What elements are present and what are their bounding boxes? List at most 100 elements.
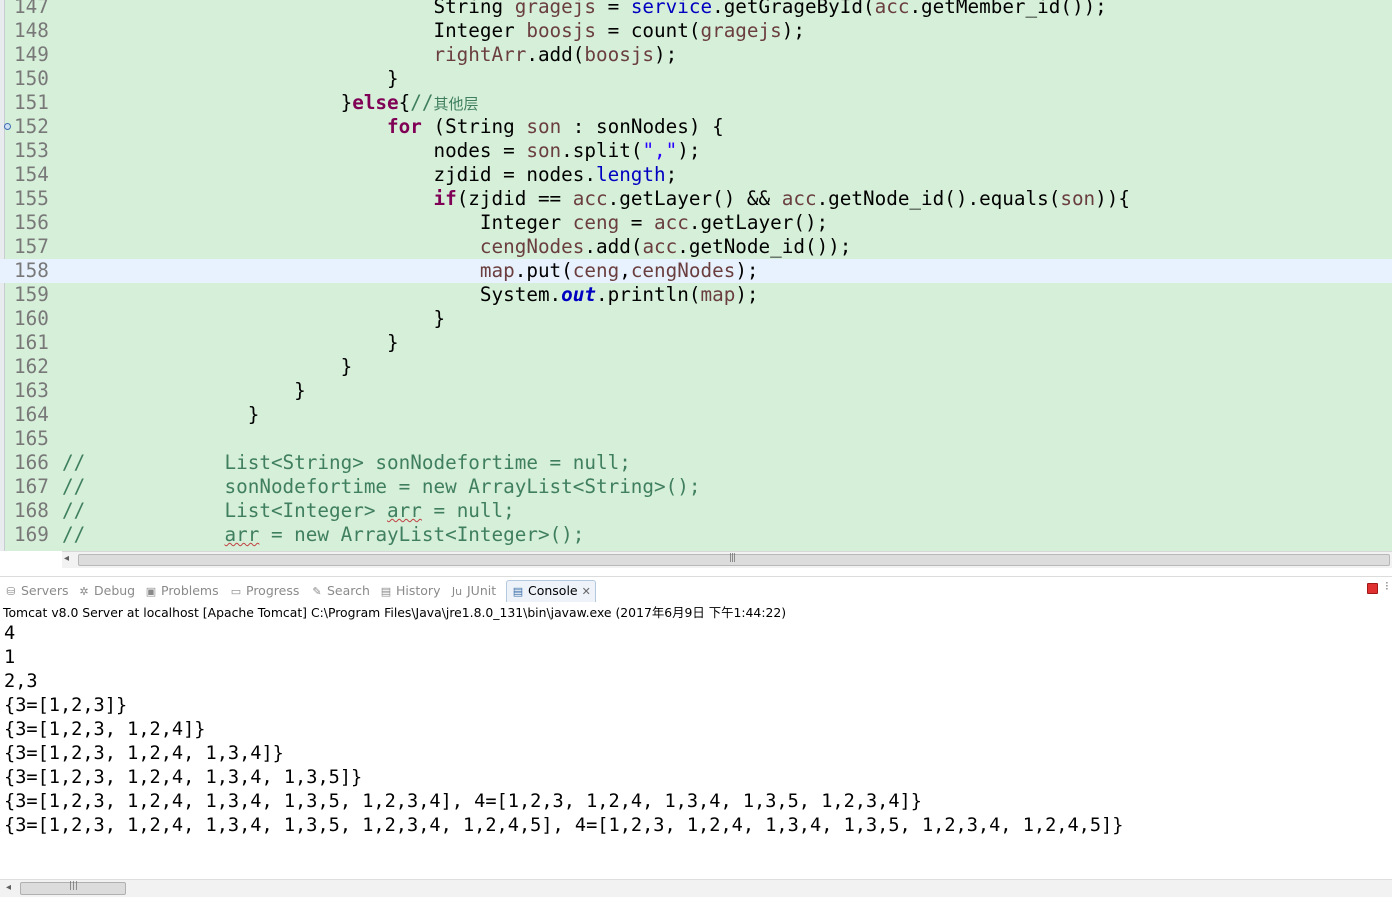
line-number: 150 xyxy=(14,67,49,90)
code-line[interactable]: 167 // sonNodefortime = new ArrayList<Str… xyxy=(0,475,1392,499)
remove-launch-icon[interactable]: ⁝ xyxy=(1385,579,1389,593)
close-tab-icon[interactable]: ✕ xyxy=(582,585,591,598)
code-line[interactable]: 148 Integer boosjs = count(gragejs); xyxy=(0,19,1392,43)
code-line[interactable]: 159 System.out.println(map); xyxy=(0,283,1392,307)
line-number: 149 xyxy=(14,43,49,66)
tab-servers[interactable]: ⛁ Servers xyxy=(4,582,69,600)
code-text: cengNodes.add(acc.getNode_id()); xyxy=(479,235,852,258)
tab-junit[interactable]: Ju JUnit xyxy=(450,582,496,600)
code-text: rightArr.add(boosjs); xyxy=(433,43,678,66)
console-output-line: 4 xyxy=(4,623,16,644)
line-number: 153 xyxy=(14,139,49,162)
code-line[interactable]: 153 nodes = son.split(","); xyxy=(0,139,1392,163)
code-line[interactable]: 162 } xyxy=(0,355,1392,379)
tab-label: Problems xyxy=(161,583,219,598)
scroll-left-icon[interactable]: ◂ xyxy=(6,882,11,893)
console-output-line: {3=[1,2,3, 1,2,4, 1,3,4]} xyxy=(4,743,284,764)
code-line[interactable]: 147 String gragejs = service.getGrageByI… xyxy=(0,0,1392,19)
line-number: 161 xyxy=(14,331,49,354)
line-number: 151 xyxy=(14,91,49,114)
code-text: System.out.println(map); xyxy=(62,283,759,306)
code-text: // List<String> sonNodefortime = null; xyxy=(62,451,631,474)
tab-label: Search xyxy=(327,583,370,598)
line-number: 164 xyxy=(14,403,49,426)
console-output-line: {3=[1,2,3, 1,2,4, 1,3,4, 1,3,5, 1,2,3,4,… xyxy=(4,815,1124,836)
tab-search[interactable]: ✎ Search xyxy=(310,582,370,600)
line-number: 155 xyxy=(14,187,49,210)
servers-icon: ⛁ xyxy=(6,585,16,598)
code-line[interactable]: 166 // List<String> sonNodefortime = null… xyxy=(0,451,1392,475)
tab-label: Console xyxy=(528,583,578,598)
code-line[interactable]: 161 } xyxy=(0,331,1392,355)
code-text: }else{//其他层 xyxy=(62,91,479,114)
tab-progress[interactable]: ▭ Progress xyxy=(229,582,300,600)
editor-scroll-thumb[interactable]: ||| xyxy=(78,553,1390,566)
line-number: 167 xyxy=(14,475,49,498)
code-line[interactable]: 149 rightArr.add(boosjs); xyxy=(0,43,1392,67)
code-text: } xyxy=(62,67,399,90)
progress-icon: ▭ xyxy=(230,585,242,598)
debug-icon: ✲ xyxy=(79,585,89,598)
code-line[interactable]: 165 xyxy=(0,427,1392,451)
code-text: // sonNodefortime = new ArrayList<String… xyxy=(62,475,701,498)
line-number: 154 xyxy=(14,163,49,186)
line-number: 157 xyxy=(14,235,49,258)
code-text: String gragejs = service.getGrageById(ac… xyxy=(62,0,1107,18)
tab-label: Servers xyxy=(21,583,69,598)
console-output-line: {3=[1,2,3, 1,2,4]} xyxy=(4,719,206,740)
code-line[interactable]: 152 for (String son : sonNodes) { xyxy=(0,115,1392,139)
editor-scroll-corner xyxy=(0,551,62,568)
console-scroll-thumb[interactable]: ||| xyxy=(20,881,126,895)
tab-history[interactable]: ▤ History xyxy=(379,582,441,600)
code-editor[interactable]: 147 String gragejs = service.getGrageByI… xyxy=(0,0,1392,551)
code-line[interactable]: 157 cengNodes.add(acc.getNode_id()); xyxy=(0,235,1392,259)
code-line[interactable]: 164 } xyxy=(0,403,1392,427)
code-line[interactable]: 154 zjdid = nodes.length; xyxy=(0,163,1392,187)
code-line[interactable]: 160 } xyxy=(0,307,1392,331)
code-line[interactable]: 168 // List<Integer> arr = null; xyxy=(0,499,1392,523)
code-text: if(zjdid == acc.getLayer() && acc.getNod… xyxy=(433,187,1130,210)
code-line[interactable]: 169 // arr = new ArrayList<Integer>(); xyxy=(0,523,1392,547)
code-line[interactable]: 156 Integer ceng = acc.getLayer(); xyxy=(0,211,1392,235)
code-lines: 147 String gragejs = service.getGrageByI… xyxy=(0,0,1392,547)
code-text: for (String son : sonNodes) { xyxy=(387,115,724,138)
line-number: 169 xyxy=(14,523,49,546)
code-line[interactable]: 155 if(zjdid == acc.getLayer() && acc.ge… xyxy=(0,187,1392,211)
occurrence-marker-icon xyxy=(4,123,11,130)
scroll-left-icon[interactable]: ◂ xyxy=(64,553,69,564)
tab-problems[interactable]: ▣ Problems xyxy=(144,582,219,600)
code-line[interactable]: 150 } xyxy=(0,67,1392,91)
junit-icon: Ju xyxy=(451,585,463,598)
problems-icon: ▣ xyxy=(145,585,157,598)
code-text: // arr = new ArrayList<Integer>(); xyxy=(62,523,585,546)
editor-horizontal-scrollbar[interactable]: ◂ ||| xyxy=(62,551,1392,568)
line-number: 162 xyxy=(14,355,49,378)
grip-icon: ||| xyxy=(729,553,736,563)
line-number: 156 xyxy=(14,211,49,234)
code-text: nodes = son.split(","); xyxy=(62,139,701,162)
console-output-line: 1 xyxy=(4,647,16,668)
code-text: } xyxy=(62,379,306,402)
line-number: 147 xyxy=(14,0,49,18)
code-line[interactable]: 163 } xyxy=(0,379,1392,403)
code-text: zjdid = nodes.length; xyxy=(62,163,678,186)
code-text: map.put(ceng,cengNodes); xyxy=(479,259,759,282)
line-number: 158 xyxy=(14,259,49,282)
tab-label: JUnit xyxy=(467,583,497,598)
code-text: } xyxy=(62,307,446,330)
search-icon: ✎ xyxy=(312,585,322,598)
line-number: 168 xyxy=(14,499,49,522)
code-line[interactable]: 158 map.put(ceng,cengNodes); xyxy=(0,259,1392,283)
console-output[interactable]: 4 1 2,3 {3=[1,2,3]} {3=[1,2,3, 1,2,4]} {3=[1,… xyxy=(4,622,1123,838)
tab-label: Debug xyxy=(94,583,136,598)
line-number: 166 xyxy=(14,451,49,474)
tab-debug[interactable]: ✲ Debug xyxy=(77,582,135,600)
terminate-button[interactable] xyxy=(1367,583,1378,594)
tab-label: Progress xyxy=(246,583,300,598)
tab-console[interactable]: ▤ Console ✕ xyxy=(506,580,596,602)
console-horizontal-scrollbar[interactable]: ◂ ||| xyxy=(0,879,1392,897)
console-icon: ▤ xyxy=(512,585,524,598)
code-line[interactable]: 151 }else{//其他层 xyxy=(0,91,1392,115)
line-number: 148 xyxy=(14,19,49,42)
console-process-label: Tomcat v8.0 Server at localhost [Apache … xyxy=(3,605,787,620)
